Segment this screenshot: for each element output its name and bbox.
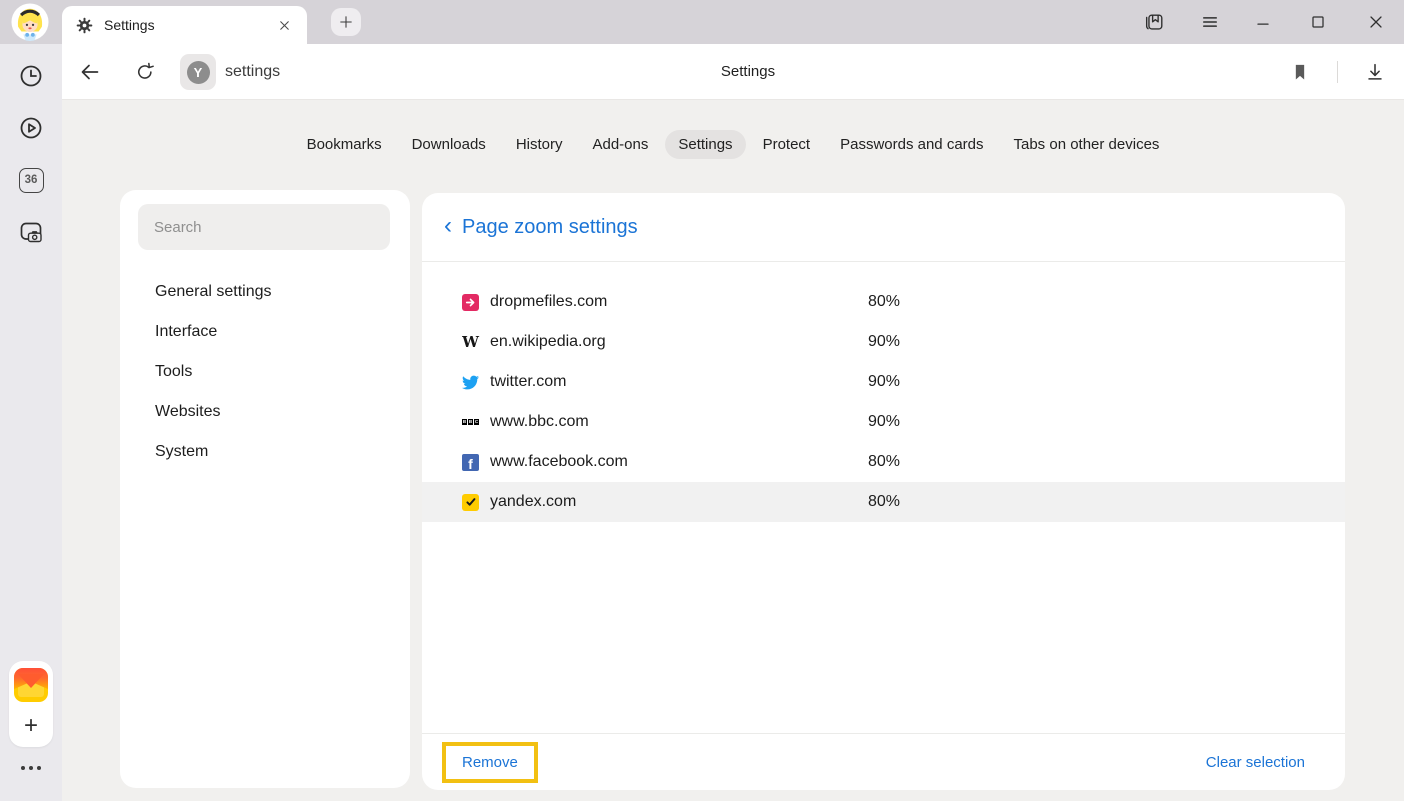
site-zoom-value: 80% (868, 493, 900, 511)
site-name: yandex.com (490, 493, 868, 511)
site-zoom-value: 80% (868, 293, 900, 311)
nav-tab-passwords-and-cards[interactable]: Passwords and cards (827, 130, 996, 159)
remove-button[interactable]: Remove (462, 754, 518, 771)
dropmefiles-favicon-icon (462, 294, 479, 311)
tab-title: Settings (104, 17, 275, 33)
site-row-www-facebook-com[interactable]: f www.facebook.com 80% (422, 442, 1345, 482)
browser-window: Settings (0, 0, 1404, 801)
maximize-icon[interactable] (1304, 8, 1332, 36)
tab-strip: Settings (0, 0, 1404, 44)
browser-tab-settings[interactable]: Settings (62, 6, 307, 44)
settings-sidebar: General settingsInterfaceToolsWebsitesSy… (120, 190, 410, 788)
nav-tab-tabs-on-other-devices[interactable]: Tabs on other devices (1001, 130, 1173, 159)
twitter-favicon-icon (462, 374, 479, 391)
site-name: www.facebook.com (490, 453, 868, 471)
gear-icon (76, 17, 93, 34)
tab-panel-icon[interactable] (1140, 8, 1168, 36)
site-zoom-value: 90% (868, 413, 900, 431)
bookmark-icon[interactable] (1286, 58, 1314, 86)
minimize-icon[interactable] (1249, 8, 1277, 36)
site-row-www-bbc-com[interactable]: BBC www.bbc.com 90% (422, 402, 1345, 442)
search-input[interactable] (138, 204, 390, 250)
tab-close-icon[interactable] (275, 16, 293, 34)
new-tab-button[interactable] (331, 8, 361, 36)
more-options-icon[interactable] (0, 766, 62, 770)
back-chevron-icon[interactable]: ‹ (438, 214, 462, 241)
browser-toolbar: Y settings Settings (62, 44, 1404, 100)
close-window-icon[interactable] (1362, 8, 1390, 36)
remove-highlight-annotation: Remove (442, 742, 538, 783)
list-empty-space (422, 522, 1345, 733)
tab-counter-button[interactable]: 36 (18, 167, 44, 193)
yandex-favicon-icon (462, 494, 479, 511)
yandex-mail-icon[interactable] (14, 668, 48, 702)
site-name: www.bbc.com (490, 413, 868, 431)
screenshot-camera-icon[interactable] (18, 219, 44, 245)
wikipedia-favicon-icon: W (462, 334, 479, 351)
site-row-dropmefiles-com[interactable]: dropmefiles.com 80% (422, 282, 1345, 322)
sidebar-item-general-settings[interactable]: General settings (120, 272, 410, 312)
add-app-button[interactable]: + (9, 709, 53, 743)
nav-tab-add-ons[interactable]: Add-ons (579, 130, 661, 159)
page-zoom-header[interactable]: ‹ Page zoom settings (422, 193, 1345, 262)
nav-tab-history[interactable]: History (503, 130, 576, 159)
nav-tab-downloads[interactable]: Downloads (399, 130, 499, 159)
sidebar-rail: 36 + (0, 44, 62, 801)
settings-nav: BookmarksDownloadsHistoryAdd-onsSettings… (62, 126, 1404, 162)
address-bar-text[interactable]: settings (225, 44, 280, 99)
nav-tab-protect[interactable]: Protect (750, 130, 824, 159)
back-icon[interactable] (76, 58, 104, 86)
site-name: dropmefiles.com (490, 293, 868, 311)
site-name: twitter.com (490, 373, 868, 391)
play-media-icon[interactable] (18, 115, 44, 141)
clear-selection-button[interactable]: Clear selection (1206, 754, 1305, 771)
pinned-apps-panel: + (9, 661, 53, 747)
site-zoom-value: 80% (868, 453, 900, 471)
site-row-en-wikipedia-org[interactable]: W en.wikipedia.org 90% (422, 322, 1345, 362)
site-row-twitter-com[interactable]: twitter.com 90% (422, 362, 1345, 402)
toolbar-page-title: Settings (721, 44, 775, 99)
menu-icon[interactable] (1196, 8, 1224, 36)
nav-tab-settings[interactable]: Settings (665, 130, 745, 159)
profile-avatar[interactable] (11, 3, 49, 41)
yandex-search-badge[interactable]: Y (180, 54, 216, 90)
nav-tab-bookmarks[interactable]: Bookmarks (294, 130, 395, 159)
yandex-logo-icon: Y (187, 61, 210, 84)
zoom-site-list: dropmefiles.com 80% W en.wikipedia.org 9… (422, 262, 1345, 522)
site-zoom-value: 90% (868, 333, 900, 351)
page-title[interactable]: Page zoom settings (462, 216, 638, 239)
sidebar-item-websites[interactable]: Websites (120, 392, 410, 432)
page-zoom-panel: ‹ Page zoom settings dropmefiles.com 80%… (422, 193, 1345, 790)
list-footer: Remove Clear selection (422, 733, 1345, 790)
sidebar-menu: General settingsInterfaceToolsWebsitesSy… (120, 272, 410, 472)
site-row-yandex-com[interactable]: yandex.com 80% (422, 482, 1345, 522)
tab-count: 36 (19, 168, 44, 193)
sidebar-item-tools[interactable]: Tools (120, 352, 410, 392)
reload-icon[interactable] (131, 58, 159, 86)
history-clock-icon[interactable] (18, 63, 44, 89)
sidebar-item-interface[interactable]: Interface (120, 312, 410, 352)
sidebar-item-system[interactable]: System (120, 432, 410, 472)
site-zoom-value: 90% (868, 373, 900, 391)
bbc-favicon-icon: BBC (462, 414, 479, 431)
toolbar-divider (1337, 61, 1338, 83)
site-name: en.wikipedia.org (490, 333, 868, 351)
facebook-favicon-icon: f (462, 454, 479, 471)
download-icon[interactable] (1361, 58, 1389, 86)
